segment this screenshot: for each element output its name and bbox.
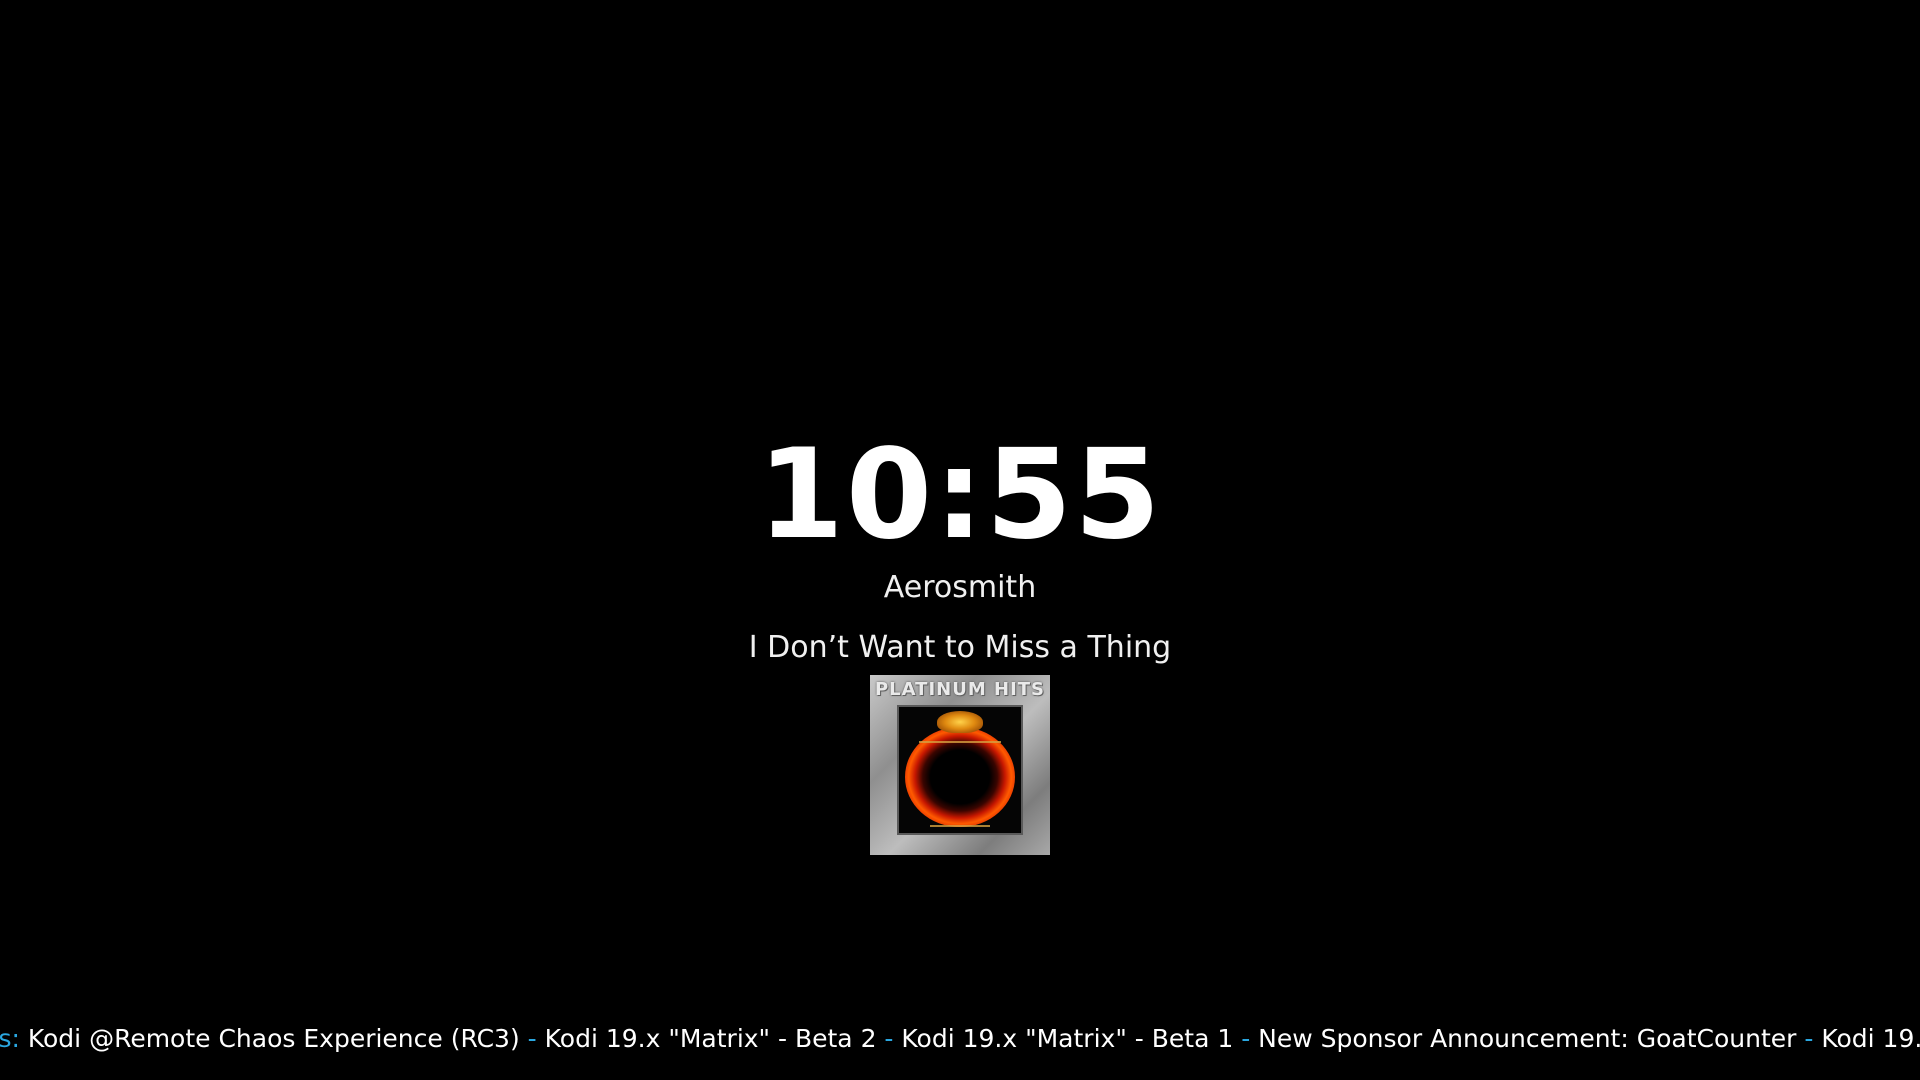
news-ticker: ws: Kodi @Remote Chaos Experience (RC3) … bbox=[0, 1020, 1920, 1060]
album-cover-inner-panel bbox=[897, 705, 1023, 835]
news-ticker-item: Kodi 19.x "Matrix" - A bbox=[1821, 1024, 1920, 1053]
news-ticker-separator: - bbox=[876, 1024, 902, 1053]
band-logo-emblem bbox=[937, 711, 983, 733]
album-cover-footer-line bbox=[930, 825, 990, 827]
news-ticker-label: ws: bbox=[0, 1024, 20, 1053]
artist-name: Aerosmith bbox=[883, 570, 1037, 605]
album-cover-caption-line bbox=[919, 741, 1001, 743]
news-ticker-item: Kodi 19.x "Matrix" - Beta 2 bbox=[544, 1024, 877, 1053]
news-ticker-item: Kodi 19.x "Matrix" - Beta 1 bbox=[901, 1024, 1234, 1053]
track-title: I Don’t Want to Miss a Thing bbox=[748, 630, 1172, 665]
news-ticker-separator: - bbox=[1233, 1024, 1259, 1053]
news-ticker-item: New Sponsor Announcement: GoatCounter bbox=[1258, 1024, 1797, 1053]
album-cover-text: PLATINUM HITS bbox=[874, 679, 1046, 700]
news-ticker-item: Kodi @Remote Chaos Experience (RC3) bbox=[27, 1024, 520, 1053]
news-ticker-track: ws: Kodi @Remote Chaos Experience (RC3) … bbox=[0, 1020, 1920, 1058]
album-cover-art: PLATINUM HITS bbox=[870, 675, 1050, 855]
news-ticker-separator: - bbox=[1796, 1024, 1822, 1053]
news-ticker-separator: - bbox=[519, 1024, 545, 1053]
clock-time: 10:55 bbox=[757, 423, 1163, 567]
